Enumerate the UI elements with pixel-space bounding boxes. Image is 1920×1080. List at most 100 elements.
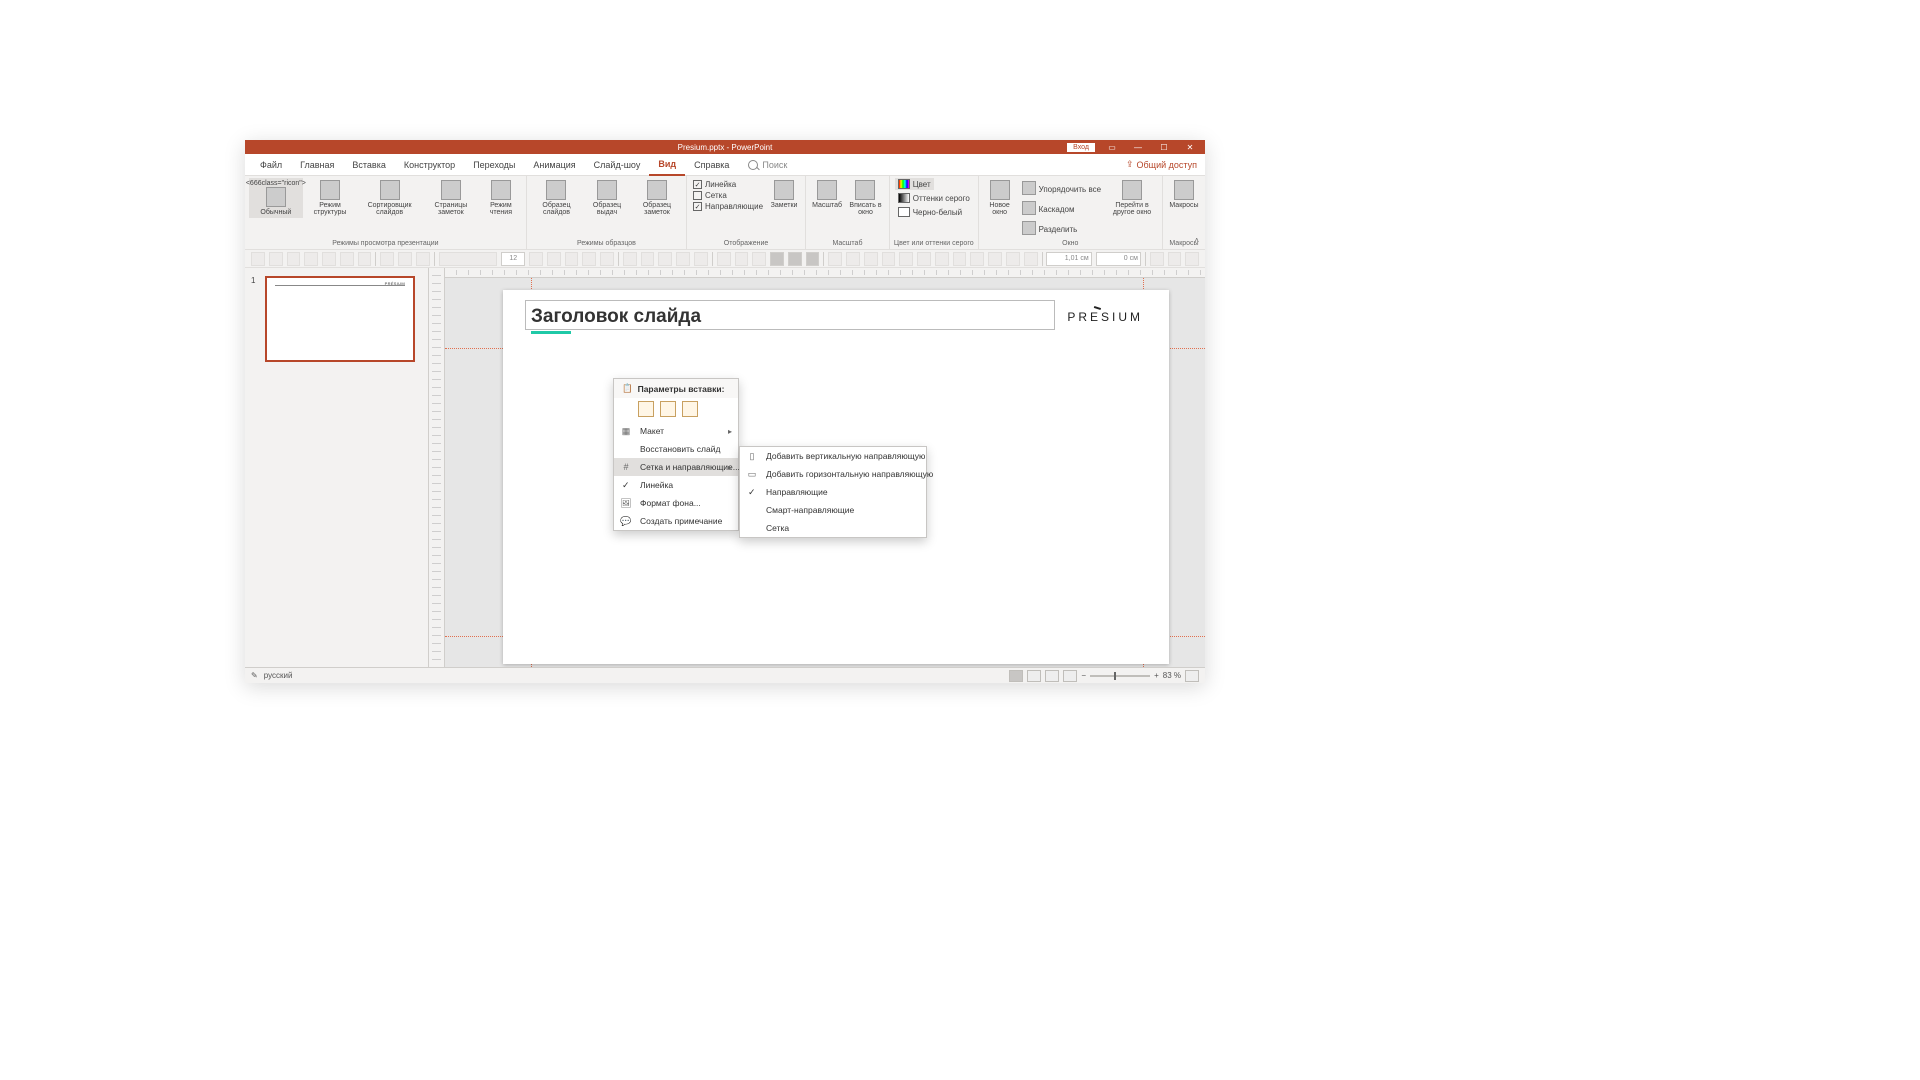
- ribbon-group-show: ✓Линейка Сетка ✓Направляющие Заметки Ото…: [687, 176, 806, 249]
- share-button[interactable]: ⇪Общий доступ: [1126, 159, 1197, 170]
- ctx-toggle-guides[interactable]: ✓Направляющие: [740, 483, 926, 501]
- normal-view-icon[interactable]: [1009, 670, 1023, 682]
- cascade-button[interactable]: Каскадом: [1019, 200, 1078, 218]
- split-button[interactable]: Разделить: [1019, 220, 1081, 238]
- qt-item: [899, 252, 913, 266]
- qt-item: [416, 252, 430, 266]
- master-handout-button[interactable]: Образец выдач: [584, 178, 630, 218]
- grid-checkbox[interactable]: Сетка: [693, 191, 727, 200]
- ctx-smart-guides[interactable]: Смарт-направляющие: [740, 501, 926, 519]
- menu-slideshow[interactable]: Слайд-шоу: [585, 154, 650, 176]
- view-reading-button[interactable]: Режим чтения: [480, 178, 522, 218]
- ctx-reset-slide[interactable]: Восстановить слайд: [614, 440, 738, 458]
- align-center-button[interactable]: [788, 252, 802, 266]
- paste-picture-icon[interactable]: [682, 401, 698, 417]
- ctx-new-comment[interactable]: 💬Создать примечание: [614, 512, 738, 530]
- zoom-in-button[interactable]: +: [1154, 671, 1159, 680]
- menu-insert[interactable]: Вставка: [343, 154, 394, 176]
- slide-thumbnail[interactable]: PRÉSIUM: [265, 276, 415, 362]
- guides-checkbox[interactable]: ✓Направляющие: [693, 202, 763, 211]
- bw-mode-button[interactable]: Черно-белый: [895, 206, 965, 218]
- ribbon-group-color: Цвет Оттенки серого Черно-белый Цвет или…: [890, 176, 979, 249]
- menu-home[interactable]: Главная: [291, 154, 343, 176]
- maximize-icon[interactable]: ☐: [1151, 140, 1177, 154]
- qt-item: [565, 252, 579, 266]
- qt-item: [547, 252, 561, 266]
- sorter-view-icon[interactable]: [1027, 670, 1041, 682]
- qt-item: [846, 252, 860, 266]
- close-icon[interactable]: ✕: [1177, 140, 1203, 154]
- grayscale-mode-button[interactable]: Оттенки серого: [895, 192, 973, 204]
- menu-bar: Файл Главная Вставка Конструктор Переход…: [245, 154, 1205, 176]
- menu-file[interactable]: Файл: [251, 154, 291, 176]
- qt-item: [600, 252, 614, 266]
- ctx-format-background[interactable]: 🖼Формат фона...: [614, 494, 738, 512]
- pos-y-field[interactable]: 0 см: [1096, 252, 1141, 266]
- app-window: Presium.pptx - PowerPoint Вход ▭ — ☐ ✕ Ф…: [245, 140, 1205, 683]
- reading-view-icon[interactable]: [1045, 670, 1059, 682]
- ctx-ruler[interactable]: ✓Линейка: [614, 476, 738, 494]
- vertical-ruler: [429, 268, 445, 667]
- align-left-button[interactable]: [770, 252, 784, 266]
- master-notes-button[interactable]: Образец заметок: [632, 178, 682, 218]
- slide-title-text[interactable]: Заголовок слайда: [531, 306, 701, 328]
- notes-button[interactable]: Заметки: [767, 178, 801, 211]
- zoom-percent[interactable]: 83 %: [1163, 671, 1181, 680]
- qt-item: [358, 252, 372, 266]
- switch-window-button[interactable]: Перейти в другое окно: [1106, 178, 1158, 218]
- spellcheck-icon[interactable]: ✎: [251, 671, 258, 680]
- menu-help[interactable]: Справка: [685, 154, 738, 176]
- align-right-button[interactable]: [806, 252, 820, 266]
- zoom-slider[interactable]: [1090, 675, 1150, 677]
- qt-item: [641, 252, 655, 266]
- qt-item: [322, 252, 336, 266]
- ctx-grid-guides[interactable]: #Сетка и направляющие...: [614, 458, 738, 476]
- thumbnail-pane[interactable]: 1 PRÉSIUM: [245, 268, 429, 667]
- view-sorter-button[interactable]: Сортировщик слайдов: [357, 178, 422, 218]
- paste-use-dest-icon[interactable]: [660, 401, 676, 417]
- qt-item: [269, 252, 283, 266]
- title-accent: [531, 331, 571, 334]
- new-window-button[interactable]: Новое окно: [983, 178, 1017, 218]
- qt-item: [623, 252, 637, 266]
- fit-window-button[interactable]: Вписать в окно: [846, 178, 885, 218]
- paste-keep-source-icon[interactable]: [638, 401, 654, 417]
- ruler-checkbox[interactable]: ✓Линейка: [693, 180, 736, 189]
- ctx-toggle-grid[interactable]: Сетка: [740, 519, 926, 537]
- language-indicator[interactable]: русский: [264, 671, 293, 680]
- arrange-all-button[interactable]: Упорядочить все: [1019, 180, 1104, 198]
- ribbon-group-window: Новое окно Упорядочить все Каскадом Разд…: [979, 176, 1163, 249]
- view-notes-page-button[interactable]: Страницы заметок: [424, 178, 478, 218]
- qt-item: [970, 252, 984, 266]
- ctx-add-h-guide[interactable]: ▭Добавить горизонтальную направляющую: [740, 465, 926, 483]
- sign-in-button[interactable]: Вход: [1067, 143, 1095, 152]
- qt-item: [953, 252, 967, 266]
- master-slide-button[interactable]: Образец слайдов: [531, 178, 582, 218]
- menu-design[interactable]: Конструктор: [395, 154, 464, 176]
- qt-item: [882, 252, 896, 266]
- zoom-button[interactable]: Масштаб: [810, 178, 844, 211]
- menu-transitions[interactable]: Переходы: [464, 154, 524, 176]
- pos-x-field[interactable]: 1,01 см: [1046, 252, 1091, 266]
- ctx-add-v-guide[interactable]: ▯Добавить вертикальную направляющую: [740, 447, 926, 465]
- collapse-ribbon-icon[interactable]: ˄: [1194, 236, 1199, 245]
- color-mode-button[interactable]: Цвет: [895, 178, 934, 190]
- menu-animations[interactable]: Анимация: [524, 154, 584, 176]
- tell-me-search[interactable]: Поиск: [748, 160, 787, 170]
- qt-item: [340, 252, 354, 266]
- fit-to-window-icon[interactable]: [1185, 670, 1199, 682]
- macros-button[interactable]: Макросы: [1167, 178, 1201, 211]
- menu-view[interactable]: Вид: [649, 154, 685, 176]
- view-outline-button[interactable]: Режим структуры: [305, 178, 356, 218]
- search-icon: [748, 160, 758, 170]
- ribbon-group-masters: Образец слайдов Образец выдач Образец за…: [527, 176, 687, 249]
- zoom-out-button[interactable]: −: [1081, 671, 1086, 680]
- ctx-layout[interactable]: ▦Макет: [614, 422, 738, 440]
- ribbon-display-icon[interactable]: ▭: [1099, 140, 1125, 154]
- minimize-icon[interactable]: —: [1125, 140, 1151, 154]
- qt-item: [935, 252, 949, 266]
- slide-editor[interactable]: Заголовок слайда PRESIUM 📋 Параметры вст…: [445, 268, 1205, 667]
- qt-item: [717, 252, 731, 266]
- view-normal-button[interactable]: <666class="ricon">Обычный: [249, 178, 303, 218]
- slideshow-view-icon[interactable]: [1063, 670, 1077, 682]
